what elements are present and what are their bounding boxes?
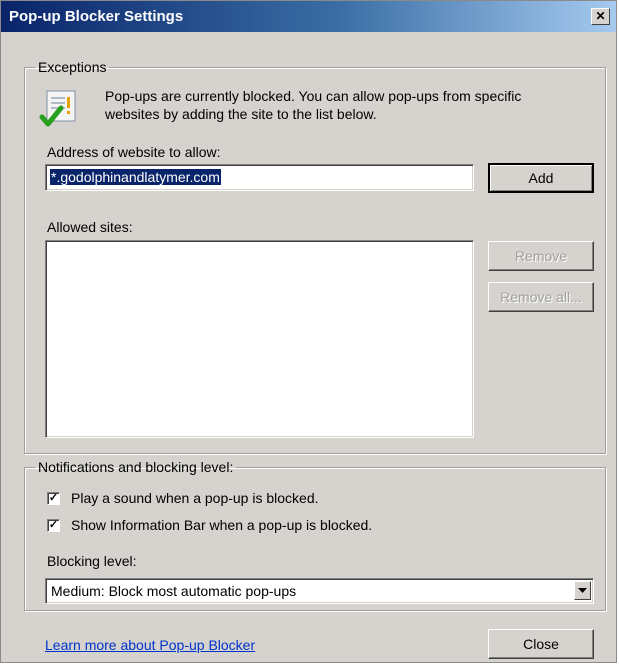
close-button[interactable]: Close [488, 629, 594, 659]
checkmark-icon: ✓ [48, 519, 59, 531]
allowed-sites-list[interactable] [45, 240, 474, 438]
info-bar-checkbox[interactable]: ✓ [47, 519, 60, 532]
play-sound-label[interactable]: Play a sound when a pop-up is blocked. [71, 490, 319, 506]
checkmark-icon: ✓ [48, 492, 59, 504]
popup-blocker-dialog: Pop-up Blocker Settings ✕ Exceptions Pop… [0, 0, 617, 663]
address-input-value: *.godolphinandlatymer.com [50, 169, 221, 185]
notifications-legend: Notifications and blocking level: [38, 459, 234, 475]
title-bar[interactable]: Pop-up Blocker Settings ✕ [1, 1, 616, 32]
close-icon: ✕ [595, 9, 606, 23]
play-sound-checkbox[interactable]: ✓ [47, 492, 60, 505]
chevron-down-icon [578, 588, 587, 593]
window-title: Pop-up Blocker Settings [9, 8, 184, 25]
address-input[interactable]: *.godolphinandlatymer.com [45, 164, 474, 191]
info-text-line2: websites by adding the site to the list … [105, 106, 377, 122]
blocking-level-select[interactable]: Medium: Block most automatic pop-ups [45, 578, 594, 604]
blocking-level-value: Medium: Block most automatic pop-ups [51, 583, 297, 599]
info-bar-label[interactable]: Show Information Bar when a pop-up is bl… [71, 517, 372, 533]
exceptions-legend: Exceptions [38, 59, 107, 75]
remove-button[interactable]: Remove [488, 241, 594, 271]
dropdown-button[interactable] [574, 581, 591, 600]
info-document-icon [39, 88, 79, 132]
learn-more-link[interactable]: Learn more about Pop-up Blocker [45, 637, 255, 653]
blocking-level-label: Blocking level: [47, 553, 137, 569]
allowed-sites-label: Allowed sites: [47, 219, 133, 235]
address-label: Address of website to allow: [47, 144, 221, 160]
info-text-line1: Pop-ups are currently blocked. You can a… [105, 88, 522, 104]
add-button[interactable]: Add [488, 163, 594, 193]
remove-all-button[interactable]: Remove all... [488, 282, 594, 312]
close-window-button[interactable]: ✕ [591, 8, 610, 25]
